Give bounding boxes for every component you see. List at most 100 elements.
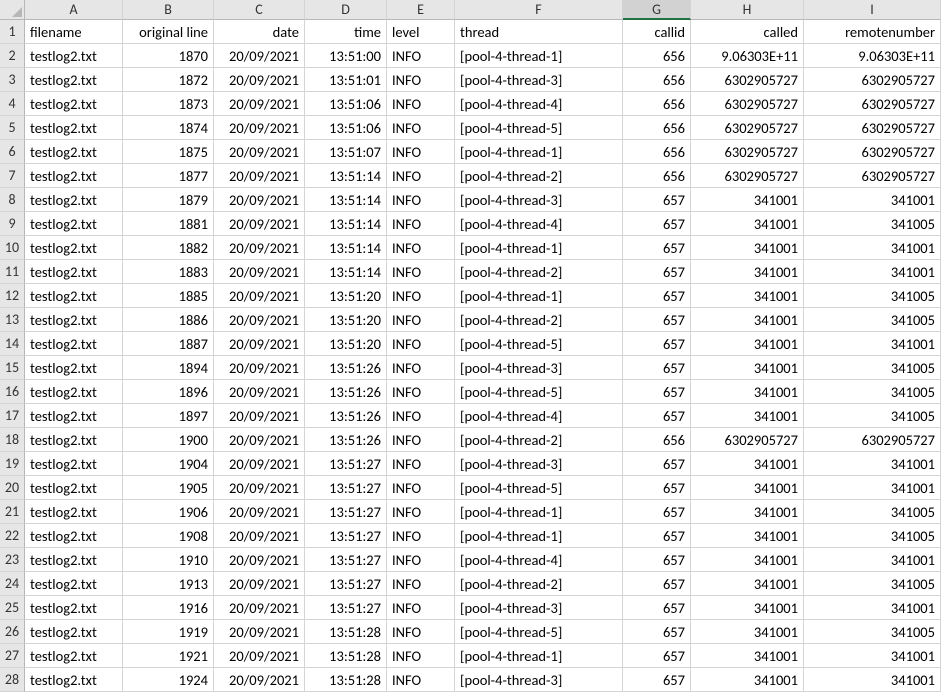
data-cell[interactable]: 657 [623, 188, 691, 212]
data-cell[interactable]: 20/09/2021 [214, 236, 305, 260]
data-cell[interactable]: testlog2.txt [25, 452, 123, 476]
data-cell[interactable]: testlog2.txt [25, 668, 123, 692]
row-header-24[interactable]: 24 [0, 572, 25, 596]
data-cell[interactable]: 657 [623, 404, 691, 428]
data-cell[interactable]: INFO [387, 572, 455, 596]
data-cell[interactable]: 13:51:20 [305, 284, 387, 308]
data-cell[interactable]: 20/09/2021 [214, 116, 305, 140]
spreadsheet-grid[interactable]: ABCDEFGHI1filenameoriginal linedatetimel… [0, 0, 943, 692]
row-header-22[interactable]: 22 [0, 524, 25, 548]
data-cell[interactable]: 6302905727 [804, 92, 941, 116]
data-cell[interactable]: INFO [387, 92, 455, 116]
data-cell[interactable]: 341001 [691, 260, 804, 284]
header-cell[interactable]: original line [123, 20, 214, 44]
data-cell[interactable]: 6302905727 [804, 116, 941, 140]
data-cell[interactable]: [pool-4-thread-2] [455, 308, 623, 332]
data-cell[interactable]: [pool-4-thread-5] [455, 476, 623, 500]
row-header-4[interactable]: 4 [0, 92, 25, 116]
data-cell[interactable]: 13:51:14 [305, 188, 387, 212]
header-cell[interactable]: called [691, 20, 804, 44]
data-cell[interactable]: INFO [387, 68, 455, 92]
data-cell[interactable]: [pool-4-thread-3] [455, 596, 623, 620]
row-header-3[interactable]: 3 [0, 68, 25, 92]
row-header-9[interactable]: 9 [0, 212, 25, 236]
column-header-C[interactable]: C [214, 0, 305, 20]
data-cell[interactable]: 20/09/2021 [214, 476, 305, 500]
data-cell[interactable]: 341001 [804, 644, 941, 668]
data-cell[interactable]: testlog2.txt [25, 356, 123, 380]
data-cell[interactable]: 1908 [123, 524, 214, 548]
data-cell[interactable]: 20/09/2021 [214, 356, 305, 380]
data-cell[interactable]: 341001 [804, 596, 941, 620]
data-cell[interactable]: 657 [623, 476, 691, 500]
data-cell[interactable]: 341001 [691, 548, 804, 572]
data-cell[interactable]: [pool-4-thread-5] [455, 380, 623, 404]
data-cell[interactable]: testlog2.txt [25, 428, 123, 452]
data-cell[interactable]: INFO [387, 356, 455, 380]
data-cell[interactable]: testlog2.txt [25, 284, 123, 308]
data-cell[interactable]: 13:51:27 [305, 476, 387, 500]
data-cell[interactable]: 657 [623, 596, 691, 620]
header-cell[interactable]: callid [623, 20, 691, 44]
data-cell[interactable]: 657 [623, 332, 691, 356]
data-cell[interactable]: 341001 [691, 524, 804, 548]
select-all-corner[interactable] [0, 0, 25, 20]
row-header-7[interactable]: 7 [0, 164, 25, 188]
row-header-20[interactable]: 20 [0, 476, 25, 500]
data-cell[interactable]: 20/09/2021 [214, 428, 305, 452]
data-cell[interactable]: 6302905727 [691, 68, 804, 92]
data-cell[interactable]: 13:51:28 [305, 668, 387, 692]
data-cell[interactable]: 13:51:26 [305, 428, 387, 452]
data-cell[interactable]: 657 [623, 524, 691, 548]
data-cell[interactable]: 341005 [804, 308, 941, 332]
data-cell[interactable]: testlog2.txt [25, 140, 123, 164]
data-cell[interactable]: 13:51:26 [305, 404, 387, 428]
data-cell[interactable]: [pool-4-thread-1] [455, 44, 623, 68]
data-cell[interactable]: 13:51:01 [305, 68, 387, 92]
data-cell[interactable]: testlog2.txt [25, 476, 123, 500]
data-cell[interactable]: [pool-4-thread-1] [455, 500, 623, 524]
data-cell[interactable]: 341005 [804, 380, 941, 404]
data-cell[interactable]: 341005 [804, 500, 941, 524]
data-cell[interactable]: [pool-4-thread-5] [455, 332, 623, 356]
data-cell[interactable]: [pool-4-thread-2] [455, 164, 623, 188]
data-cell[interactable]: 13:51:00 [305, 44, 387, 68]
data-cell[interactable]: 6302905727 [691, 164, 804, 188]
data-cell[interactable]: 1877 [123, 164, 214, 188]
data-cell[interactable]: 341001 [804, 260, 941, 284]
data-cell[interactable]: 13:51:20 [305, 332, 387, 356]
header-cell[interactable]: remotenumber [804, 20, 941, 44]
row-header-17[interactable]: 17 [0, 404, 25, 428]
data-cell[interactable]: INFO [387, 428, 455, 452]
data-cell[interactable]: 341001 [804, 452, 941, 476]
data-cell[interactable]: testlog2.txt [25, 260, 123, 284]
data-cell[interactable]: INFO [387, 668, 455, 692]
data-cell[interactable]: 1881 [123, 212, 214, 236]
data-cell[interactable]: testlog2.txt [25, 332, 123, 356]
data-cell[interactable]: INFO [387, 260, 455, 284]
data-cell[interactable]: 6302905727 [804, 140, 941, 164]
data-cell[interactable]: 1894 [123, 356, 214, 380]
data-cell[interactable]: INFO [387, 644, 455, 668]
data-cell[interactable]: 20/09/2021 [214, 548, 305, 572]
column-header-H[interactable]: H [691, 0, 804, 20]
data-cell[interactable]: 656 [623, 164, 691, 188]
data-cell[interactable]: INFO [387, 188, 455, 212]
data-cell[interactable]: 9.06303E+11 [691, 44, 804, 68]
data-cell[interactable]: INFO [387, 212, 455, 236]
data-cell[interactable]: INFO [387, 236, 455, 260]
row-header-25[interactable]: 25 [0, 596, 25, 620]
data-cell[interactable]: INFO [387, 476, 455, 500]
column-header-D[interactable]: D [305, 0, 387, 20]
data-cell[interactable]: 657 [623, 500, 691, 524]
data-cell[interactable]: [pool-4-thread-5] [455, 620, 623, 644]
data-cell[interactable]: 13:51:20 [305, 308, 387, 332]
data-cell[interactable]: testlog2.txt [25, 404, 123, 428]
data-cell[interactable]: [pool-4-thread-1] [455, 284, 623, 308]
data-cell[interactable]: 20/09/2021 [214, 644, 305, 668]
data-cell[interactable]: [pool-4-thread-3] [455, 668, 623, 692]
data-cell[interactable]: 13:51:27 [305, 596, 387, 620]
data-cell[interactable]: 341001 [691, 476, 804, 500]
data-cell[interactable]: 6302905727 [804, 428, 941, 452]
row-header-12[interactable]: 12 [0, 284, 25, 308]
